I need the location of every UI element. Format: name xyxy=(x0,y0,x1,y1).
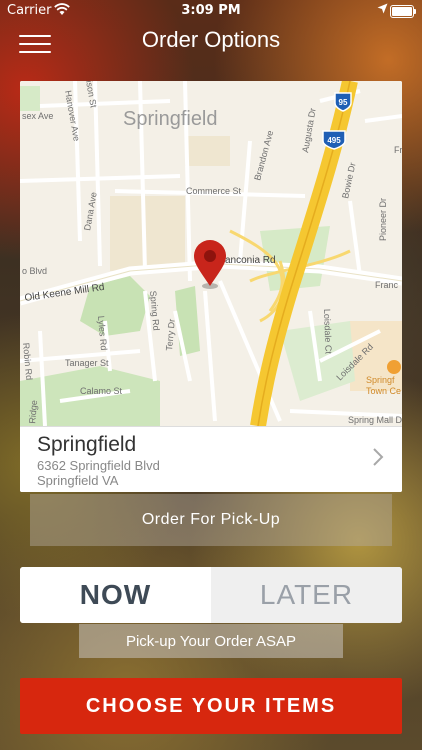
now-option[interactable]: NOW xyxy=(20,567,211,623)
map-label: Pioneer Dr xyxy=(378,198,388,241)
map-label: Loisdale Ct xyxy=(322,309,334,355)
map-label: Calamo St xyxy=(80,386,123,396)
map-label: Fr xyxy=(394,145,402,155)
later-option[interactable]: LATER xyxy=(211,567,402,623)
clock: 3:09 PM xyxy=(181,3,241,18)
battery-icon xyxy=(390,5,416,18)
location-row[interactable]: Springfield 6362 Springfield Blvd Spring… xyxy=(20,426,402,492)
map-label: sex Ave xyxy=(22,111,53,121)
i95-shield: 95 xyxy=(339,98,348,107)
map-label: anconia Rd xyxy=(225,255,276,266)
location-card: 95 495 Springfield Hanover Ave sex Ave i… xyxy=(20,81,402,492)
choose-items-button[interactable]: CHOOSE YOUR ITEMS xyxy=(20,678,402,734)
status-bar: Carrier 3:09 PM xyxy=(0,0,422,22)
map-label: o Blvd xyxy=(22,266,47,276)
order-type-button[interactable]: Order For Pick-Up xyxy=(30,494,392,546)
map-label: Springf xyxy=(366,375,395,385)
map-label: Commerce St xyxy=(186,186,242,196)
map-label: Spring Mall D xyxy=(348,415,402,425)
chevron-right-icon xyxy=(372,447,384,471)
i495-shield: 495 xyxy=(327,136,341,145)
location-address-line1: 6362 Springfield Blvd xyxy=(37,458,160,473)
store-map[interactable]: 95 495 Springfield Hanover Ave sex Ave i… xyxy=(20,81,402,426)
timing-toggle: NOW LATER xyxy=(20,567,402,623)
shopping-center-icon xyxy=(387,360,401,374)
map-label: Ridge xyxy=(27,400,39,424)
timing-hint: Pick-up Your Order ASAP xyxy=(79,624,343,658)
map-label: Town Ce xyxy=(366,386,401,396)
location-services-icon xyxy=(377,3,388,18)
location-address-line2: Springfield VA xyxy=(37,473,119,488)
map-city-label: Springfield xyxy=(123,108,218,130)
page-title: Order Options xyxy=(141,27,281,52)
location-name: Springfield xyxy=(37,433,137,456)
map-label: Franc xyxy=(375,280,399,290)
map-label: Tanager St xyxy=(65,358,109,368)
